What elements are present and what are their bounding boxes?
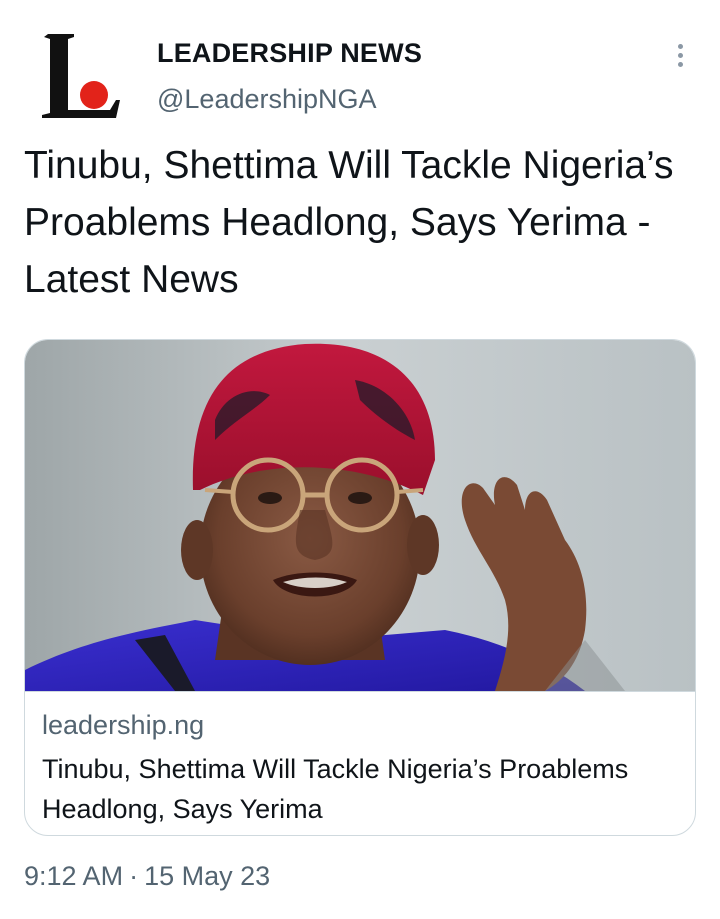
- card-domain: leadership.ng: [42, 710, 205, 740]
- card-meta[interactable]: leadership.ng Tinubu, Shettima Will Tack…: [25, 691, 695, 835]
- tweet-timestamp[interactable]: 9:12 AM · 15 May 23: [24, 861, 270, 892]
- leadership-logo-icon[interactable]: [40, 30, 124, 124]
- tweet-text: Tinubu, Shettima Will Tackle Nigeria’s P…: [24, 144, 674, 301]
- card-title: Tinubu, Shettima Will Tackle Nigeria’s P…: [42, 754, 629, 824]
- tweet-header: LEADERSHIP NEWS @LeadershipNGA: [0, 0, 720, 130]
- tweet-date: 15 May 23: [144, 861, 271, 891]
- tweet-time: 9:12 AM: [24, 861, 124, 891]
- card-image[interactable]: [25, 340, 695, 691]
- more-vertical-icon-dot: [677, 52, 683, 58]
- more-vertical-icon: [677, 43, 683, 49]
- more-vertical-icon-dot: [677, 61, 683, 67]
- link-preview-card[interactable]: leadership.ng Tinubu, Shettima Will Tack…: [24, 339, 696, 836]
- more-options-button[interactable]: [660, 40, 700, 70]
- account-display-name[interactable]: LEADERSHIP NEWS: [157, 38, 422, 69]
- portrait-photo-icon: [25, 340, 695, 691]
- account-handle[interactable]: @LeadershipNGA: [157, 84, 377, 115]
- timestamp-separator: ·: [129, 861, 139, 891]
